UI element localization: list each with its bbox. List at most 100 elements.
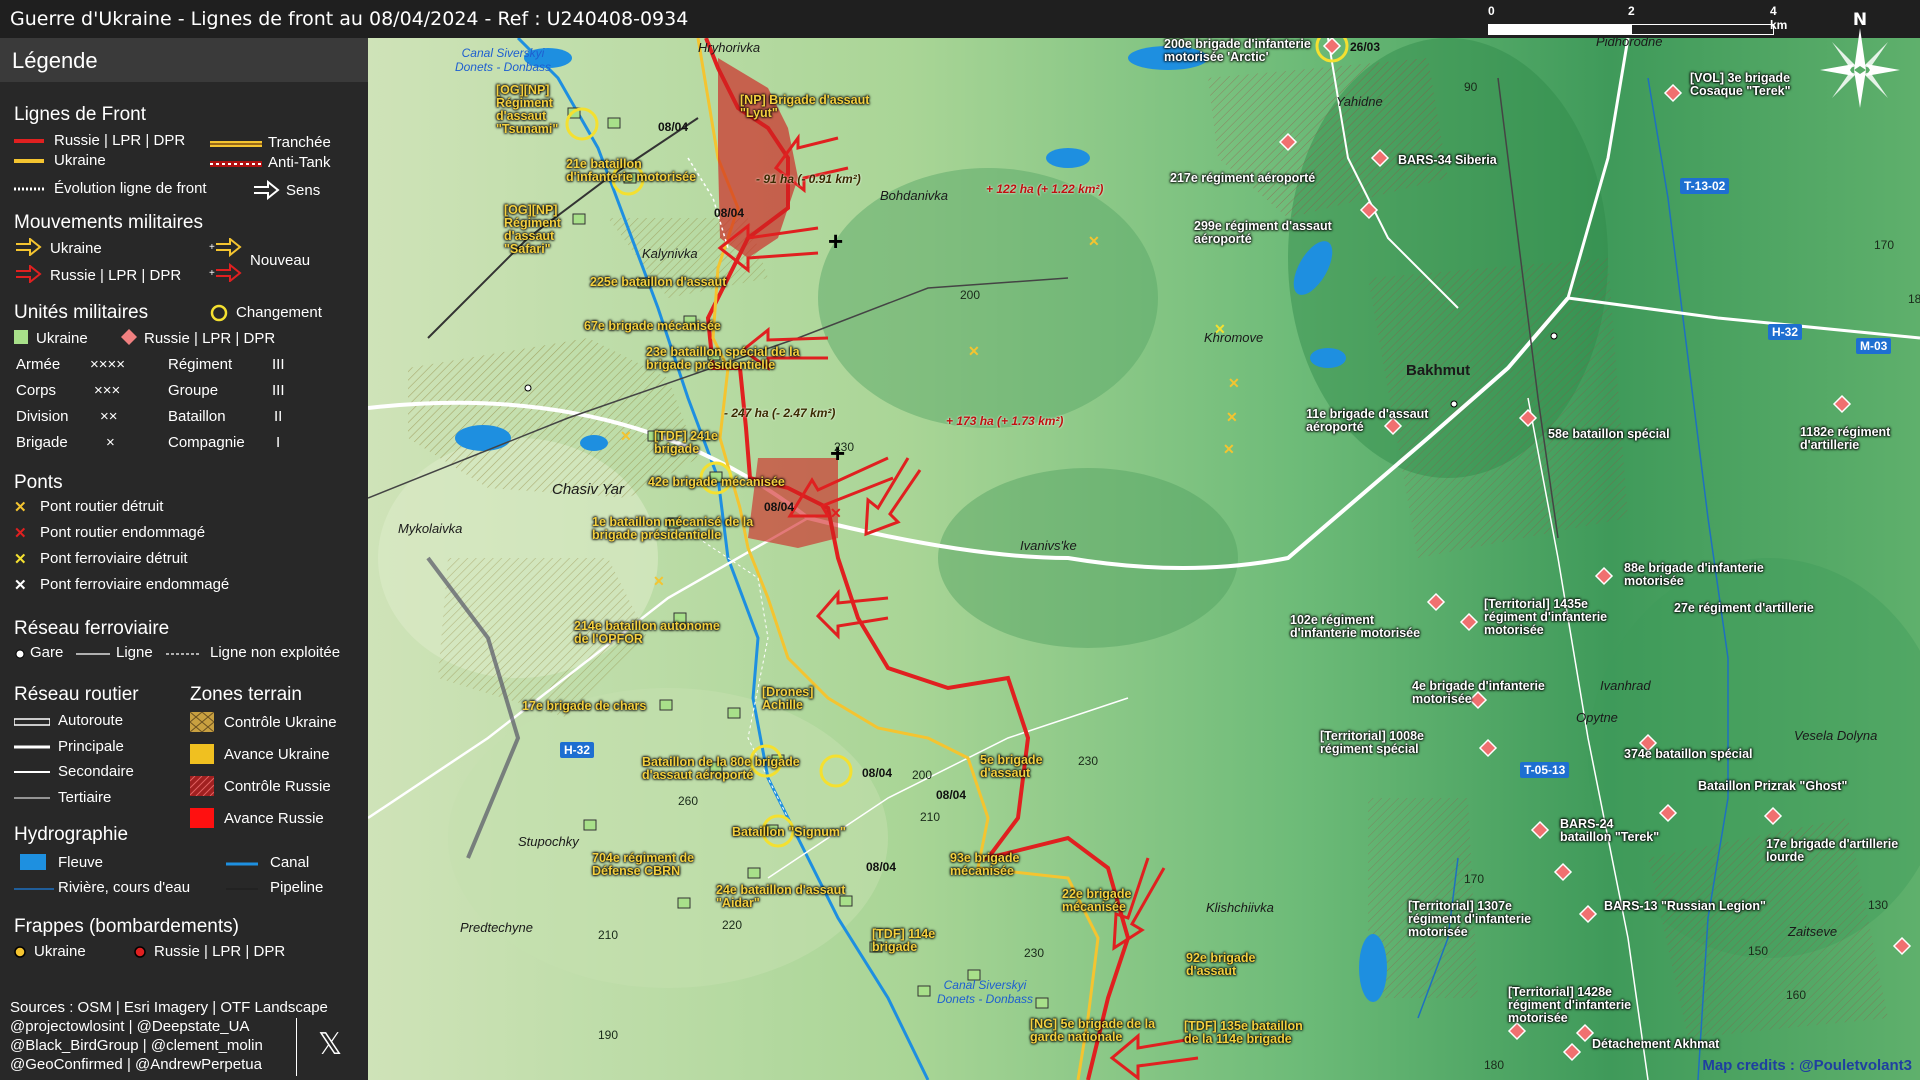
ru-unit-label: 217e régiment aéroporté — [1170, 171, 1316, 185]
bridge-road-destroyed-icon: ✕ — [1223, 441, 1235, 457]
canal-label: Canal Siverskyi Donets - Donbass — [936, 978, 1034, 1006]
station-icon — [1550, 332, 1558, 340]
ua-unit-label: 22e brigade mécanisée — [1062, 887, 1132, 914]
legend-hydro-river: Rivière, cours d'eau — [58, 879, 191, 896]
canal-label: Canal Siverskyi Donets - Donbass — [454, 46, 552, 74]
map-area[interactable]: + + ✕ ✕ ✕ ✕ ✕ ✕ ✕ ✕ ✕ Hryhorivka Bohdani… — [368, 38, 1920, 1080]
date-label: 08/04 — [714, 206, 745, 220]
ukraine-unit-swatch — [14, 330, 28, 344]
russia-unit-swatch — [121, 329, 137, 345]
place-label: Ivanivs'ke — [1020, 538, 1077, 553]
title-bar: Guerre d'Ukraine - Lignes de front au 08… — [0, 0, 1920, 38]
ua-unit-label: 1e bataillon mécanisé de la brigade prés… — [592, 515, 754, 542]
date-label: 08/04 — [936, 788, 967, 802]
place-label: Pidhorodne — [1596, 38, 1663, 49]
unit-size-label: Régiment — [168, 356, 233, 373]
legend-bridge-item: Pont routier endommagé — [40, 524, 206, 541]
legend-zone-item: Avance Ukraine — [224, 746, 330, 763]
elevation-label: 160 — [1786, 988, 1807, 1002]
unit-size-label: Division — [16, 408, 69, 425]
legend-hydro-pipeline: Pipeline — [270, 879, 324, 896]
place-label: Zaitseve — [1788, 924, 1838, 939]
legend-roads-title: Réseau routier — [14, 684, 139, 705]
strike-ukraine-icon — [14, 946, 26, 958]
ru-unit-label: 58e bataillon spécial — [1548, 427, 1670, 441]
ru-unit-label: Bataillon Prizrak "Ghost" — [1698, 779, 1848, 793]
lake — [1046, 148, 1090, 168]
ru-unit-label: 11e brigade d'assaut aéroporté — [1306, 407, 1429, 434]
legend-front-ukraine: Ukraine — [54, 152, 106, 169]
unit-size-symbol: × — [106, 434, 115, 451]
ua-unit-label: 704e régiment de Défense CBRN — [592, 851, 695, 878]
legend-moves-new: Nouveau — [250, 252, 311, 269]
scale-label-0: 0 — [1488, 4, 1495, 18]
legend-units-ukraine: Ukraine — [36, 330, 88, 347]
zone-russia-advance-swatch — [190, 808, 214, 828]
ua-unit-label: 24e bataillon d'assaut "Aidar" — [716, 883, 846, 910]
place-label: Hryhorivka — [698, 40, 761, 55]
legend-front-antitank: Anti-Tank — [268, 154, 331, 171]
legend-road-item: Tertiaire — [58, 789, 112, 806]
strike-russia-icon — [134, 946, 146, 958]
unit-size-symbol: ×××× — [90, 356, 126, 373]
bridge-road-destroyed-icon: ✕ — [653, 573, 665, 589]
ua-unit-label: 21e bataillon d'infanterie motorisée — [566, 157, 697, 184]
legend-units-change: Changement — [236, 304, 322, 321]
legend-zones-title: Zones terrain — [190, 684, 302, 705]
ua-unit-label: 92e brigade d'assaut — [1186, 951, 1256, 978]
place-label: Bohdanivka — [880, 188, 948, 203]
x-logo-icon[interactable]: 𝕏 — [318, 1027, 342, 1062]
unit-size-label: Brigade — [16, 434, 68, 451]
map-title: Guerre d'Ukraine - Lignes de front au 08… — [10, 8, 689, 30]
area-change-label: - 247 ha (- 2.47 km²) — [724, 406, 836, 420]
scale-segment-2 — [1631, 24, 1774, 35]
elevation-label: 230 — [1024, 946, 1045, 960]
river-swatch — [20, 854, 46, 870]
place-label: Ivanhrad — [1600, 678, 1651, 693]
elevation-label: 190 — [598, 1028, 619, 1042]
map-canvas: + + ✕ ✕ ✕ ✕ ✕ ✕ ✕ ✕ ✕ — [368, 38, 1920, 1080]
pipeline-swatch — [226, 888, 258, 890]
ua-unit-label: 225e bataillon d'assaut — [590, 275, 727, 289]
place-label: Yahidne — [1336, 94, 1383, 109]
bridge-rail-destroyed-icon: ✕ — [14, 551, 27, 568]
road-shield: T-05-13 — [1520, 762, 1570, 778]
legend-moves-russia: Russie | LPR | DPR — [50, 267, 182, 284]
legend-zone-item: Contrôle Ukraine — [224, 714, 337, 731]
map-credits: Map credits : @Pouletvolant3 — [1702, 1057, 1912, 1074]
area-change-label: + 122 ha (+ 1.22 km²) — [986, 182, 1104, 196]
ru-unit-label: 1182e régiment d'artillerie — [1800, 425, 1891, 452]
ua-unit-label: [TDF] 114e brigade — [872, 927, 936, 954]
legend-title: Légende — [12, 48, 98, 73]
elevation-label: 170 — [1464, 872, 1485, 886]
ru-unit-label: Détachement Akhmat — [1592, 1037, 1720, 1051]
place-label: Khromove — [1204, 330, 1264, 345]
legend-hydro-canal: Canal — [270, 854, 310, 871]
scale-label-2: 2 — [1628, 4, 1635, 18]
elevation-label: 210 — [920, 810, 941, 824]
lake — [1310, 348, 1346, 368]
ru-unit-label: 102e régiment d'infanterie motorisée — [1290, 613, 1421, 640]
elevation-label: 170 — [1874, 238, 1895, 252]
unit-size-symbol: III — [272, 356, 285, 373]
ua-unit-label: [TDF] 135e bataillon de la 114e brigade — [1184, 1019, 1303, 1046]
bridge-road-destroyed-icon: ✕ — [1226, 409, 1238, 425]
highway-swatch — [14, 718, 50, 726]
unit-size-label: Corps — [16, 382, 57, 399]
station-icon — [1450, 400, 1458, 408]
scale-bar: 0 2 4 km — [1488, 4, 1788, 35]
ua-unit-label: [OG][NP] Régiment d'assaut "Tsunami" — [496, 83, 559, 136]
sources-divider — [296, 1018, 297, 1076]
legend-moves-title: Mouvements militaires — [14, 212, 203, 233]
legend-front-evolution: Évolution ligne de front — [54, 180, 207, 197]
ua-unit-marker — [659, 699, 673, 711]
bridge-road-damaged-icon: ✕ — [830, 505, 842, 521]
elevation-label: 230 — [834, 440, 855, 454]
ru-unit-label: BARS-34 Siberia — [1398, 153, 1497, 167]
evolution-line-swatch — [14, 187, 44, 191]
stream-swatch — [14, 888, 54, 890]
ua-unit-label: 5e brigade d'assaut — [980, 753, 1043, 780]
lake — [455, 425, 511, 451]
ua-unit-marker — [607, 117, 621, 129]
ru-unit-label: BARS-24 bataillon "Terek" — [1560, 817, 1660, 844]
